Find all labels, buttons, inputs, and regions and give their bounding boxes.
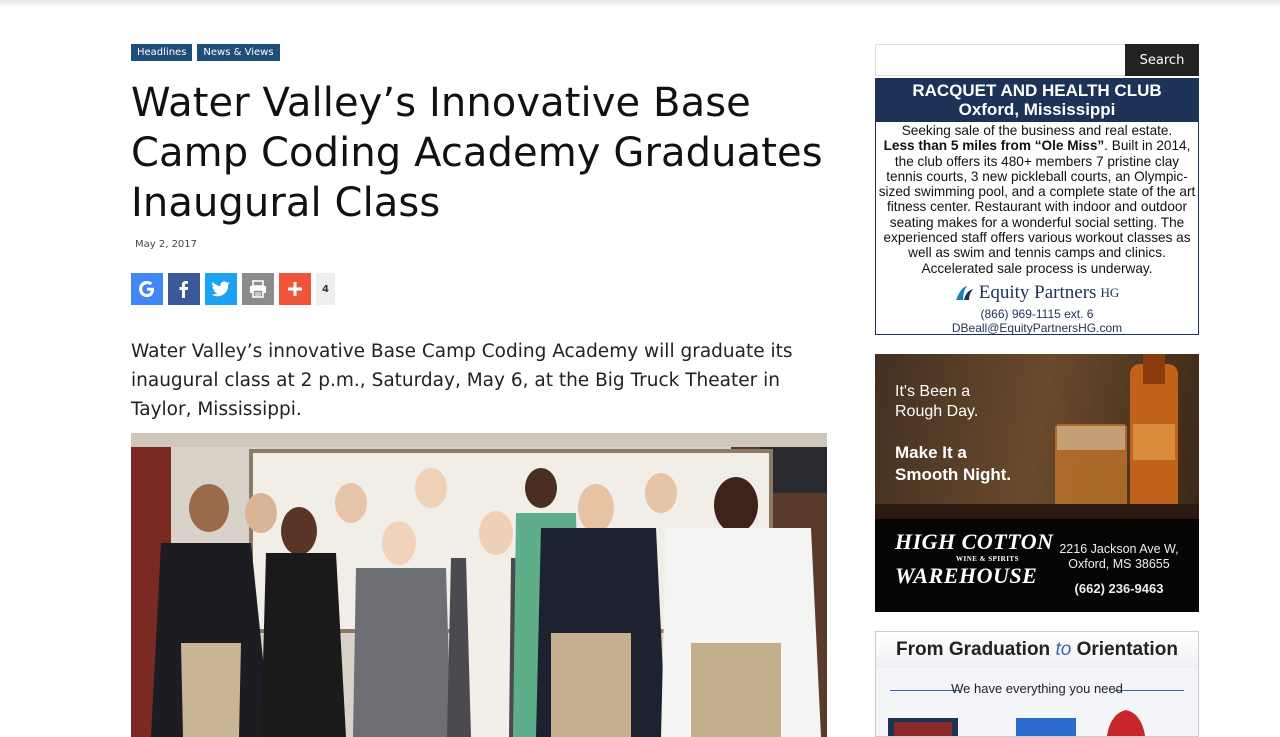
article-date: May 2, 2017	[135, 239, 198, 250]
high-cotton-address-1: 2216 Jackson Ave W,	[1059, 542, 1179, 556]
equity-partners-name: Equity Partners	[978, 281, 1097, 303]
racquet-ad-line1: Seeking sale of the business and real es…	[901, 123, 1173, 138]
graduation-ad-subtitle: We have everything you need	[951, 681, 1123, 696]
racquet-ad-rest: . Built in 2014, the club offers its 480…	[878, 138, 1196, 276]
racquet-ad-location: Oxford, Mississippi	[958, 100, 1116, 119]
sidebar: Search	[875, 44, 1199, 76]
ad-line-3: Make It a	[895, 443, 967, 462]
article-main: Headlines News & Views Water Valley’s In…	[131, 44, 827, 424]
racquet-ad-contact: (866) 969-1115 ext. 6 DBeall@EquityPartn…	[876, 307, 1198, 335]
racquet-club-ad[interactable]: RACQUET AND HEALTH CLUB Oxford, Mississi…	[875, 78, 1199, 335]
equity-partners-logo: Equity Partners HG	[876, 282, 1198, 304]
racquet-ad-bold: Less than 5 miles from “Ole Miss”	[883, 138, 1105, 154]
high-cotton-brand-1: HIGH COTTON	[895, 529, 1054, 554]
graduation-ad-body: We have everything you need	[876, 668, 1198, 736]
equity-partners-suffix: HG	[1100, 284, 1120, 300]
facebook-icon	[179, 281, 189, 298]
graduation-ad-title-c: Orientation	[1071, 639, 1178, 660]
search-button[interactable]: Search	[1125, 44, 1199, 76]
google-share-button[interactable]	[131, 273, 163, 305]
racquet-ad-body: Seeking sale of the business and real es…	[876, 122, 1198, 276]
print-share-button[interactable]	[242, 273, 274, 305]
racquet-ad-header: RACQUET AND HEALTH CLUB Oxford, Mississi…	[876, 79, 1198, 122]
category-news-views[interactable]: News & Views	[197, 44, 280, 61]
ad-line-1: It's Been a	[895, 383, 971, 400]
graduation-ad[interactable]: From Graduation to Orientation We have e…	[875, 631, 1199, 737]
category-tags: Headlines News & Views	[131, 44, 827, 61]
equity-partners-icon	[955, 285, 973, 300]
high-cotton-brand-tag: WINE & SPIRITS	[955, 555, 1019, 563]
twitter-share-button[interactable]	[205, 273, 237, 305]
twitter-icon	[211, 281, 230, 297]
high-cotton-ad[interactable]: It's Been a Rough Day. Make It a Smooth …	[875, 354, 1199, 612]
search-form: Search	[875, 44, 1199, 76]
graduation-ad-title-a: From Graduation	[896, 639, 1056, 660]
racquet-ad-title: RACQUET AND HEALTH CLUB	[912, 81, 1162, 100]
high-cotton-logo: HIGH COTTON WINE & SPIRITS WAREHOUSE	[895, 529, 1054, 589]
print-icon	[250, 280, 266, 298]
article-lede: Water Valley’s innovative Base Camp Codi…	[131, 341, 793, 420]
google-icon	[139, 281, 154, 297]
graduates-photo	[131, 433, 827, 737]
high-cotton-address-2: Oxford, MS 38655	[1068, 557, 1170, 571]
racquet-ad-phone: (866) 969-1115 ext. 6	[980, 306, 1094, 321]
high-cotton-ad-photo: It's Been a Rough Day. Make It a Smooth …	[875, 354, 1199, 519]
add-share-button[interactable]	[279, 273, 311, 305]
category-headlines[interactable]: Headlines	[131, 44, 193, 61]
high-cotton-phone: (662) 236-9463	[1074, 581, 1164, 596]
facebook-share-button[interactable]	[168, 273, 200, 305]
ad-line-2: Rough Day.	[895, 403, 979, 420]
racquet-ad-email: DBeall@EquityPartnersHG.com	[951, 320, 1123, 335]
graduation-ad-title: From Graduation to Orientation	[876, 632, 1198, 668]
article-title: Water Valley’s Innovative Base Camp Codi…	[131, 80, 823, 226]
graduation-ad-title-b: to	[1055, 639, 1072, 660]
high-cotton-brand-2: WAREHOUSE	[895, 563, 1038, 588]
search-input[interactable]	[875, 44, 1125, 76]
share-count: 4	[316, 273, 335, 305]
share-bar: 4	[131, 273, 827, 305]
top-shadow	[0, 0, 1280, 8]
plus-icon	[288, 282, 302, 296]
ad-line-4: Smooth Night.	[895, 465, 1012, 484]
